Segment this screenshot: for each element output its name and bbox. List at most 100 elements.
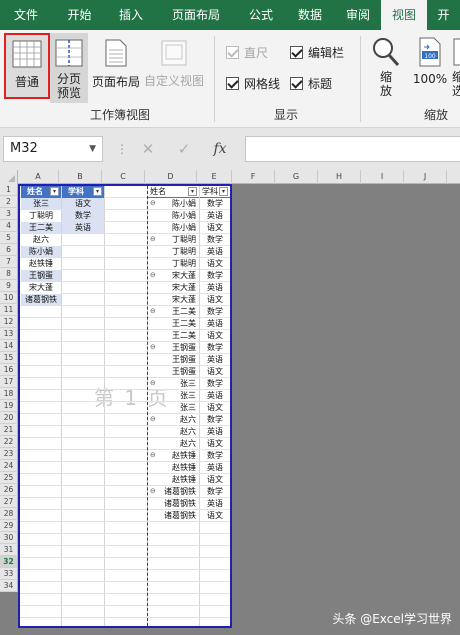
row-header[interactable]: 3 — [0, 208, 18, 220]
table-cell[interactable]: 张三 — [148, 402, 199, 414]
row-header[interactable]: 4 — [0, 220, 18, 232]
cancel-icon[interactable]: ✕ — [130, 140, 166, 158]
row-header[interactable]: 13 — [0, 328, 18, 340]
table-cell[interactable]: 王钢蛋 — [21, 270, 61, 282]
row-header[interactable]: 33 — [0, 568, 18, 580]
table-cell[interactable]: 诸葛钢铁 — [148, 498, 199, 510]
table-cell[interactable]: 语文 — [200, 294, 230, 306]
table-cell[interactable]: 英语 — [200, 282, 230, 294]
row-header[interactable]: 12 — [0, 316, 18, 328]
row-header[interactable]: 18 — [0, 388, 18, 400]
table-cell[interactable]: 语文 — [200, 222, 230, 234]
table-cell[interactable]: 数学 — [200, 450, 230, 462]
table-cell[interactable]: 数学 — [200, 378, 230, 390]
name-box[interactable]: M32 ▼ — [3, 136, 103, 162]
table-cell[interactable]: 语文 — [200, 510, 230, 522]
enter-icon[interactable]: ✓ — [166, 140, 202, 158]
select-all-corner[interactable] — [0, 170, 18, 184]
table-cell[interactable]: 英语 — [200, 498, 230, 510]
name-box-dropdown-icon[interactable]: ▼ — [89, 137, 96, 161]
table-cell[interactable]: 数学 — [200, 306, 230, 318]
row-header[interactable]: 11 — [0, 304, 18, 316]
row-header[interactable]: 24 — [0, 460, 18, 472]
page-layout-view-button[interactable]: 页面布局 — [90, 33, 142, 99]
row-header[interactable]: 2 — [0, 196, 18, 208]
row-header[interactable]: 1 — [0, 184, 18, 196]
column-header-a[interactable]: A — [18, 170, 59, 184]
column-header-f[interactable]: F — [232, 170, 275, 184]
table-cell[interactable]: 英语 — [200, 462, 230, 474]
table-cell[interactable]: 数学 — [200, 270, 230, 282]
headings-checkbox[interactable]: 标题 — [290, 75, 332, 92]
table-cell[interactable]: 丁聪明 — [21, 210, 61, 222]
table-cell[interactable]: 英语 — [200, 426, 230, 438]
table-cell[interactable]: 陈小娟 — [148, 222, 199, 234]
row-header[interactable]: 14 — [0, 340, 18, 352]
print-page-1[interactable]: 第 1 页 姓名 ▾ 张三 丁聪明 王二美 赵六 陈小娟 赵铁锤 王钢蛋 宋大蓬 诸葛钢铁 学科 ▾ 语文… — [18, 184, 232, 628]
row-header[interactable]: 27 — [0, 496, 18, 508]
row-header[interactable]: 26 — [0, 484, 18, 496]
table-cell[interactable]: 王钢蛋 — [148, 366, 199, 378]
table-cell[interactable]: 张三 — [21, 198, 61, 210]
table-cell[interactable]: 语文 — [200, 258, 230, 270]
table-cell[interactable]: 语文 — [200, 366, 230, 378]
row-header[interactable]: 17 — [0, 376, 18, 388]
tab-developer-partial[interactable]: 开 — [427, 0, 460, 30]
column-header-g[interactable]: G — [275, 170, 318, 184]
table-cell[interactable]: 赵铁锤 — [21, 258, 61, 270]
row-header[interactable]: 7 — [0, 256, 18, 268]
row-header[interactable]: 6 — [0, 244, 18, 256]
table-cell[interactable]: 英语 — [62, 222, 104, 234]
table-cell[interactable]: 赵铁锤 — [148, 474, 199, 486]
tab-insert[interactable]: 插入 — [107, 0, 155, 30]
table-cell[interactable]: 王二美 — [21, 222, 61, 234]
table-cell[interactable]: 数学 — [200, 198, 230, 210]
tab-page-layout[interactable]: 页面布局 — [155, 0, 237, 30]
gridlines-checkbox[interactable]: 网格线 — [226, 75, 280, 92]
table-cell[interactable]: 陈小娟 — [21, 246, 61, 258]
row-header[interactable]: 31 — [0, 544, 18, 556]
table-cell[interactable]: 诸葛钢铁 — [21, 294, 61, 306]
table-cell[interactable]: 数学 — [200, 414, 230, 426]
table-cell[interactable]: 英语 — [200, 354, 230, 366]
row-header[interactable]: 20 — [0, 412, 18, 424]
table-cell[interactable]: 赵铁锤 — [148, 462, 199, 474]
table-cell[interactable]: 数学 — [62, 210, 104, 222]
formula-bar-checkbox[interactable]: 编辑栏 — [290, 44, 344, 61]
row-header[interactable]: 9 — [0, 280, 18, 292]
filter-dropdown-icon[interactable]: ▾ — [50, 187, 59, 196]
zoom-button[interactable]: 缩 放 — [366, 33, 406, 103]
row-header[interactable]: 5 — [0, 232, 18, 244]
table-cell[interactable]: 王二美 — [148, 318, 199, 330]
table-cell[interactable]: 丁聪明 — [148, 258, 199, 270]
column-header-b[interactable]: B — [59, 170, 102, 184]
tab-view[interactable]: 视图 — [381, 0, 427, 30]
custom-views-button[interactable]: 自定义视图 — [142, 33, 206, 99]
row-header[interactable]: 15 — [0, 352, 18, 364]
row-header[interactable]: 8 — [0, 268, 18, 280]
table-cell[interactable]: 丁聪明 — [148, 246, 199, 258]
table-cell[interactable]: 数学 — [200, 234, 230, 246]
tab-home[interactable]: 开始 — [52, 0, 107, 30]
row-header[interactable]: 23 — [0, 448, 18, 460]
zoom-100-button[interactable]: 100 100% — [410, 33, 450, 103]
row-header[interactable]: 10 — [0, 292, 18, 304]
table-cell[interactable]: 语文 — [200, 330, 230, 342]
table-cell[interactable]: 赵六 — [148, 438, 199, 450]
tab-file[interactable]: 文件 — [0, 0, 52, 30]
tab-data[interactable]: 数据 — [285, 0, 335, 30]
page-break-preview-button[interactable]: 分页 预览 — [50, 33, 88, 103]
row-header[interactable]: 19 — [0, 400, 18, 412]
filter-dropdown-icon[interactable]: ▾ — [219, 187, 228, 196]
table-cell[interactable]: 英语 — [200, 210, 230, 222]
table-cell[interactable]: 数学 — [200, 342, 230, 354]
table-cell[interactable]: 语文 — [200, 402, 230, 414]
worksheet-area[interactable]: A B C D E F G H I J 1 2 3 4 5 6 7 8 9 10 11 12 13 14 1… — [0, 170, 460, 635]
filter-dropdown-icon[interactable]: ▾ — [188, 187, 197, 196]
table-cell[interactable]: 语文 — [200, 474, 230, 486]
table-cell[interactable]: 语文 — [62, 198, 104, 210]
row-header[interactable]: 25 — [0, 472, 18, 484]
table-cell[interactable]: 陈小娟 — [148, 210, 199, 222]
row-header[interactable]: 34 — [0, 580, 18, 592]
table-cell[interactable]: 张三 — [148, 390, 199, 402]
